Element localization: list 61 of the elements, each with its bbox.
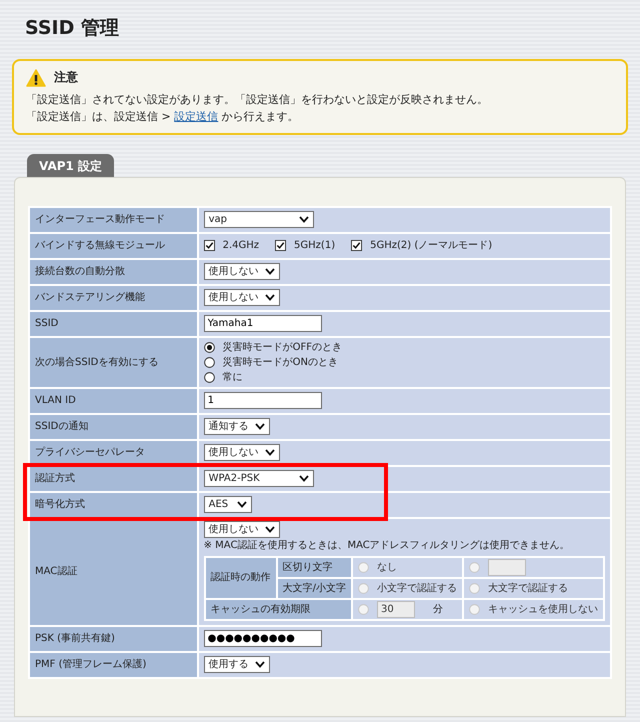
dropdown[interactable]: 通知する <box>204 418 270 435</box>
caret-icon <box>298 216 309 223</box>
setting-label: バインドする無線モジュール <box>29 232 198 258</box>
notice-text: 「設定送信」されてない設定があります。「設定送信」を行わないと設定が反映されません。 <box>26 92 489 108</box>
radio-button[interactable] <box>204 356 215 368</box>
setting-label: 暗号化方式 <box>29 492 198 518</box>
setting-label: 次の場合SSIDを有効にする <box>29 336 198 388</box>
setting-label: PSK (事前共有鍵) <box>29 626 198 652</box>
option-label: 災害時モードがOFFのとき <box>222 340 342 354</box>
sub-label: 区切り文字 <box>276 556 352 578</box>
option-label: 災害時モードがONのとき <box>222 356 338 370</box>
notice-heading: 注意 <box>54 69 78 86</box>
option-label: 小文字で認証する <box>377 582 457 596</box>
settings-link[interactable]: 設定送信 <box>174 110 218 122</box>
checkbox[interactable] <box>275 240 286 251</box>
dropdown[interactable]: 使用しない <box>204 263 280 280</box>
caret-icon <box>264 294 275 301</box>
dropdown[interactable]: 使用しない <box>204 520 280 538</box>
option-label: 2.4GHz <box>222 239 260 253</box>
setting-label: PMF (管理フレーム保護) <box>29 652 198 678</box>
dropdown[interactable]: 使用しない <box>204 289 280 306</box>
text-field[interactable]: 1 <box>204 392 322 409</box>
section-tab[interactable]: VAP1 設定 <box>27 154 114 176</box>
checkbox[interactable] <box>351 240 362 251</box>
setting-label: 接続台数の自動分散 <box>29 258 198 284</box>
setting-label: インターフェース動作モード <box>29 206 198 232</box>
radio-button[interactable] <box>204 342 215 352</box>
sub-label: キャッシュの有効期限 <box>204 598 352 620</box>
group-label: 認証時の動作 <box>204 556 277 598</box>
text-field[interactable]: ●●●●●●●●●● <box>204 630 322 647</box>
page-title: SSID 管理 <box>25 16 120 41</box>
unit-label: 分 <box>433 602 443 616</box>
option-label: キャッシュを使用しない <box>488 602 598 616</box>
caret-icon <box>264 526 275 532</box>
setting-label: バンドステアリング機能 <box>29 284 198 310</box>
dropdown[interactable]: 使用する <box>204 656 270 673</box>
setting-label: 認証方式 <box>29 466 198 492</box>
text-field[interactable]: Yamaha1 <box>204 315 322 332</box>
radio-button[interactable] <box>204 372 215 382</box>
caret-icon <box>264 268 275 275</box>
option-label: 5GHz(2) (ノーマルモード) <box>370 239 492 253</box>
option-label: 5GHz(1) <box>294 239 336 253</box>
dropdown[interactable]: WPA2-PSK <box>204 470 314 487</box>
note-text: ※ MAC認証を使用するときは、MACアドレスフィルタリングは使用できません。 <box>204 538 571 552</box>
option-label: なし <box>377 560 397 574</box>
option-label: 常に <box>222 370 243 384</box>
setting-label: SSID <box>29 310 198 336</box>
notice-text: 「設定送信」は、設定送信 > 設定送信 から行えます。 <box>26 108 300 124</box>
setting-label: SSIDの通知 <box>29 414 198 440</box>
caret-icon <box>264 449 275 456</box>
caret-icon <box>254 423 265 430</box>
dropdown[interactable]: 使用しない <box>204 444 280 461</box>
caret-icon <box>298 475 309 482</box>
option-label: 大文字で認証する <box>488 582 568 596</box>
checkbox[interactable] <box>204 240 215 251</box>
dropdown[interactable]: vap <box>204 211 314 228</box>
warning-icon <box>26 68 46 86</box>
dropdown[interactable]: AES <box>204 496 252 513</box>
caret-icon <box>254 661 265 668</box>
setting-label: VLAN ID <box>29 388 198 414</box>
caret-icon <box>236 501 247 508</box>
